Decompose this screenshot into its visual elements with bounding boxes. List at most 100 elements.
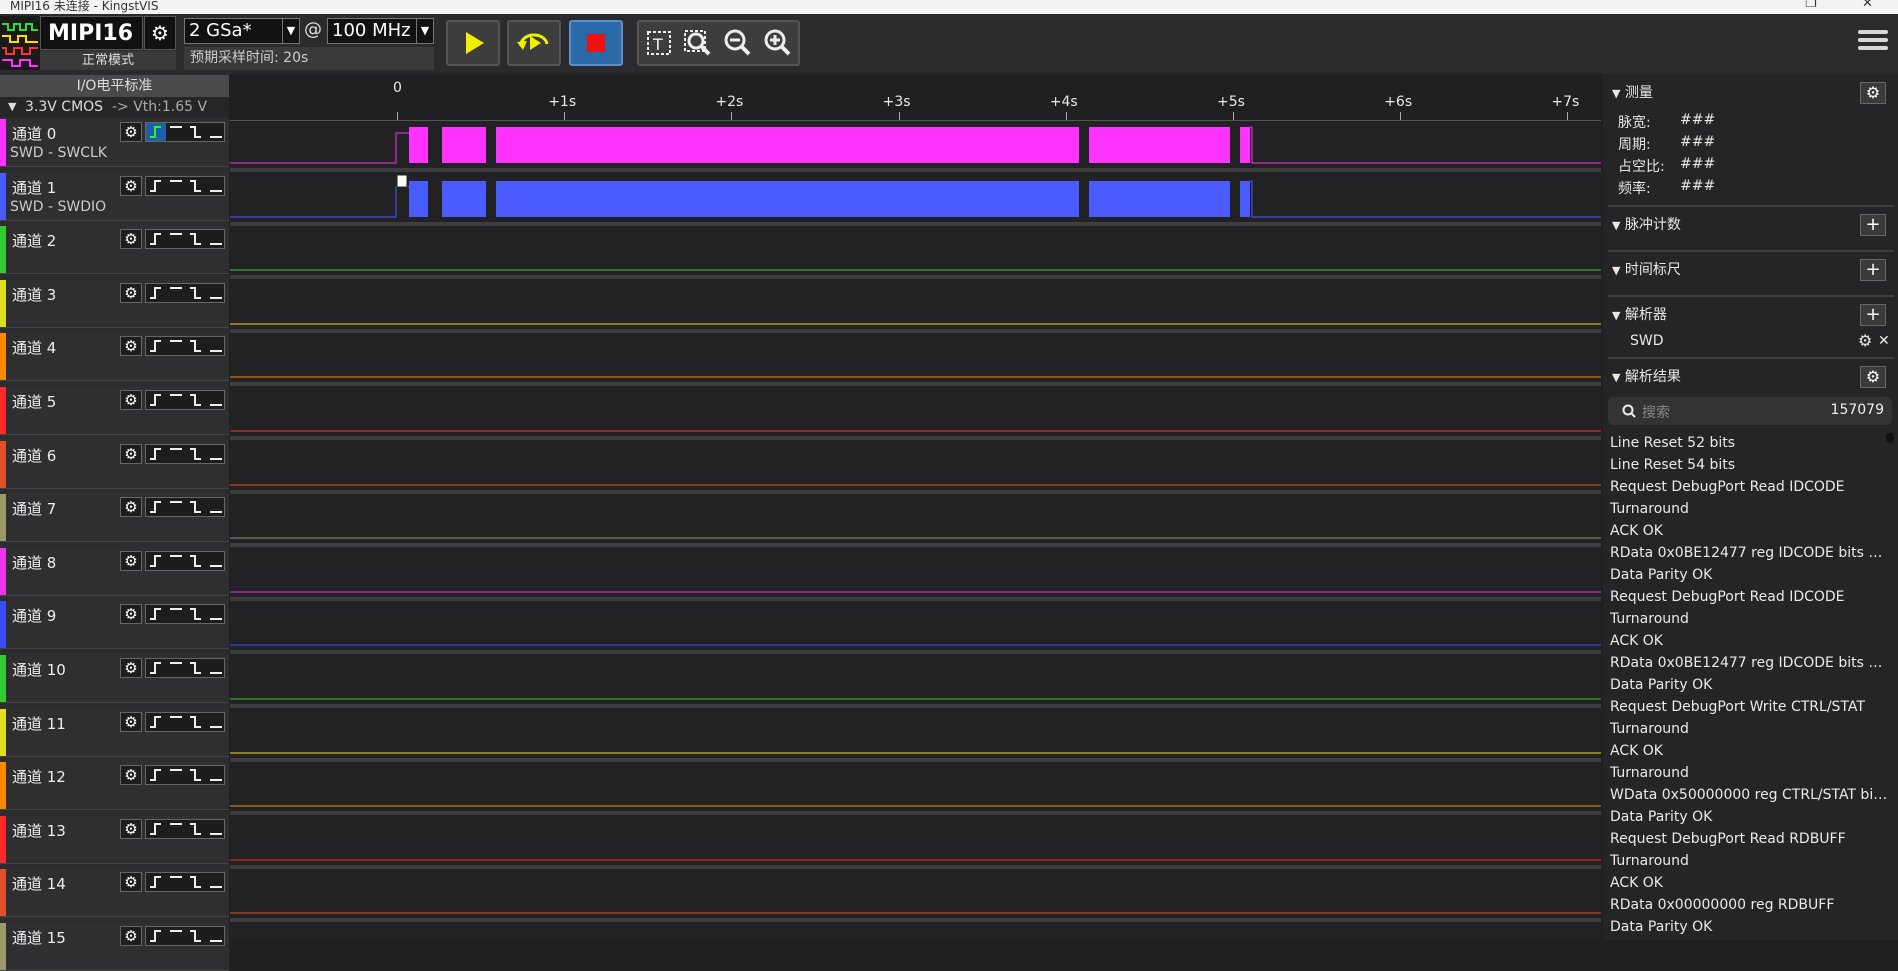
io-standard-select[interactable]: ▼ 3.3V CMOS -> Vth:1.65 V xyxy=(0,97,229,117)
remove-analyzer-close-icon[interactable]: ✕ xyxy=(1878,330,1890,352)
result-item[interactable]: Line Reset 52 bits xyxy=(1608,432,1888,454)
high-level-trigger-icon[interactable] xyxy=(166,927,186,945)
add-pulse-count-button[interactable]: + xyxy=(1860,214,1886,236)
channel-row[interactable]: 通道 14 ⚙ xyxy=(0,869,229,918)
channel-row[interactable]: 通道 5 ⚙ xyxy=(0,387,229,435)
result-item[interactable]: Request DebugPort Read IDCODE xyxy=(1608,476,1888,498)
high-level-trigger-icon[interactable] xyxy=(166,337,186,355)
falling-edge-trigger-icon[interactable] xyxy=(186,177,206,195)
trigger-selector[interactable] xyxy=(145,926,225,946)
rising-edge-trigger-icon[interactable] xyxy=(146,605,166,623)
high-level-trigger-icon[interactable] xyxy=(166,391,186,409)
channel-settings-gear-icon[interactable]: ⚙ xyxy=(120,497,142,518)
rising-edge-trigger-icon[interactable] xyxy=(146,498,166,516)
low-level-trigger-icon[interactable] xyxy=(206,498,226,516)
analyzer-header[interactable]: ▼ 解析器 xyxy=(1610,304,1890,326)
add-time-ruler-button[interactable]: + xyxy=(1860,259,1886,281)
falling-edge-trigger-icon[interactable] xyxy=(186,230,206,248)
rising-edge-trigger-icon[interactable] xyxy=(146,552,166,570)
falling-edge-trigger-icon[interactable] xyxy=(186,927,206,945)
falling-edge-trigger-icon[interactable] xyxy=(186,498,206,516)
rising-edge-trigger-icon[interactable] xyxy=(146,713,166,731)
channel-settings-gear-icon[interactable]: ⚙ xyxy=(120,175,142,196)
falling-edge-trigger-icon[interactable] xyxy=(186,391,206,409)
low-level-trigger-icon[interactable] xyxy=(206,391,226,409)
low-level-trigger-icon[interactable] xyxy=(206,445,226,463)
result-item[interactable]: Turnaround xyxy=(1608,498,1888,520)
falling-edge-trigger-icon[interactable] xyxy=(186,123,206,141)
zoom-select-icon[interactable] xyxy=(682,28,714,58)
channel-row[interactable]: 通道 11 ⚙ xyxy=(0,708,229,757)
channel-row[interactable]: 通道 8 ⚙ xyxy=(0,547,229,596)
zoom-in-icon[interactable] xyxy=(762,28,794,58)
trigger-selector[interactable] xyxy=(145,390,225,410)
trigger-selector[interactable] xyxy=(145,818,225,839)
rising-edge-trigger-icon[interactable] xyxy=(146,766,166,784)
low-level-trigger-icon[interactable] xyxy=(206,230,226,248)
waveform-area[interactable]: 0 +1s +2s +3s +4s +5s +6s +7s xyxy=(230,74,1601,940)
channel-settings-gear-icon[interactable]: ⚙ xyxy=(120,336,142,357)
trigger-selector[interactable] xyxy=(145,443,226,464)
low-level-trigger-icon[interactable] xyxy=(206,659,226,677)
rising-edge-trigger-icon[interactable] xyxy=(146,230,166,248)
result-item[interactable]: Data Parity OK xyxy=(1608,674,1888,696)
waveform-row[interactable] xyxy=(230,441,1601,494)
high-level-trigger-icon[interactable] xyxy=(166,552,186,570)
channel-settings-gear-icon[interactable]: ⚙ xyxy=(120,443,142,464)
waveform-row[interactable] xyxy=(230,655,1601,708)
high-level-trigger-icon[interactable] xyxy=(166,123,186,141)
waveform-row[interactable] xyxy=(230,387,1601,440)
falling-edge-trigger-icon[interactable] xyxy=(186,659,206,677)
result-item[interactable]: RData 0x0BE12477 reg IDCODE bits DE... xyxy=(1608,542,1888,564)
device-settings-gear-icon[interactable]: ⚙ xyxy=(144,16,176,50)
waveform-row[interactable] xyxy=(230,333,1601,387)
sample-freq-select[interactable]: 100 MHz ▼ xyxy=(327,18,434,44)
falling-edge-trigger-icon[interactable] xyxy=(186,605,206,623)
channel-settings-gear-icon[interactable]: ⚙ xyxy=(120,765,142,786)
waveform-row[interactable] xyxy=(230,494,1601,548)
stop-button[interactable] xyxy=(569,20,623,66)
high-level-trigger-icon[interactable] xyxy=(166,766,186,784)
results-scrollbar[interactable] xyxy=(1886,433,1894,443)
result-item[interactable]: Data Parity OK xyxy=(1608,564,1888,586)
rising-edge-trigger-icon[interactable] xyxy=(146,445,166,463)
result-item[interactable]: Data Parity OK xyxy=(1608,916,1888,938)
channel-row[interactable]: 通道 13 ⚙ xyxy=(0,815,229,864)
waveform-row[interactable] xyxy=(230,869,1601,923)
channel-settings-gear-icon[interactable]: ⚙ xyxy=(120,282,142,303)
waveform-row[interactable] xyxy=(230,601,1601,655)
result-item[interactable]: Turnaround xyxy=(1608,718,1888,740)
result-item[interactable]: RData 0x00000000 reg RDBUFF xyxy=(1608,894,1888,916)
falling-edge-trigger-icon[interactable] xyxy=(186,820,206,838)
results-search[interactable]: 搜索 157079 xyxy=(1608,397,1892,425)
channel-settings-gear-icon[interactable]: ⚙ xyxy=(120,872,142,893)
low-level-trigger-icon[interactable] xyxy=(206,123,226,141)
low-level-trigger-icon[interactable] xyxy=(206,284,226,302)
start-button[interactable] xyxy=(446,20,500,66)
falling-edge-trigger-icon[interactable] xyxy=(186,284,206,302)
result-item[interactable]: Data Parity OK xyxy=(1608,806,1888,828)
channel-settings-gear-icon[interactable]: ⚙ xyxy=(120,818,142,839)
result-item[interactable]: Request DebugPort Read IDCODE xyxy=(1608,586,1888,608)
channel-settings-gear-icon[interactable]: ⚙ xyxy=(120,604,142,625)
low-level-trigger-icon[interactable] xyxy=(206,337,226,355)
channel-row[interactable]: 通道 4 ⚙ xyxy=(0,333,229,382)
result-item[interactable]: Request DebugPort Read RDBUFF xyxy=(1608,828,1888,850)
high-level-trigger-icon[interactable] xyxy=(166,498,186,516)
high-level-trigger-icon[interactable] xyxy=(166,284,186,302)
rising-edge-trigger-icon[interactable] xyxy=(146,873,166,891)
channel-settings-gear-icon[interactable]: ⚙ xyxy=(120,122,142,142)
trigger-selector[interactable] xyxy=(145,765,225,786)
high-level-trigger-icon[interactable] xyxy=(166,605,186,623)
result-item[interactable]: Request DebugPort Write CTRL/STAT xyxy=(1608,696,1888,718)
zoom-out-icon[interactable] xyxy=(722,28,754,58)
low-level-trigger-icon[interactable] xyxy=(206,713,226,731)
falling-edge-trigger-icon[interactable] xyxy=(186,766,206,784)
high-level-trigger-icon[interactable] xyxy=(166,445,186,463)
channel-row[interactable]: 通道 9 ⚙ xyxy=(0,601,229,650)
result-item[interactable]: Line Reset 54 bits xyxy=(1608,454,1888,476)
low-level-trigger-icon[interactable] xyxy=(206,552,226,570)
trigger-selector[interactable] xyxy=(145,711,226,732)
channel-settings-gear-icon[interactable]: ⚙ xyxy=(120,658,142,678)
channel-row[interactable]: 通道 0 SWD - SWCLK ⚙ xyxy=(0,119,229,167)
